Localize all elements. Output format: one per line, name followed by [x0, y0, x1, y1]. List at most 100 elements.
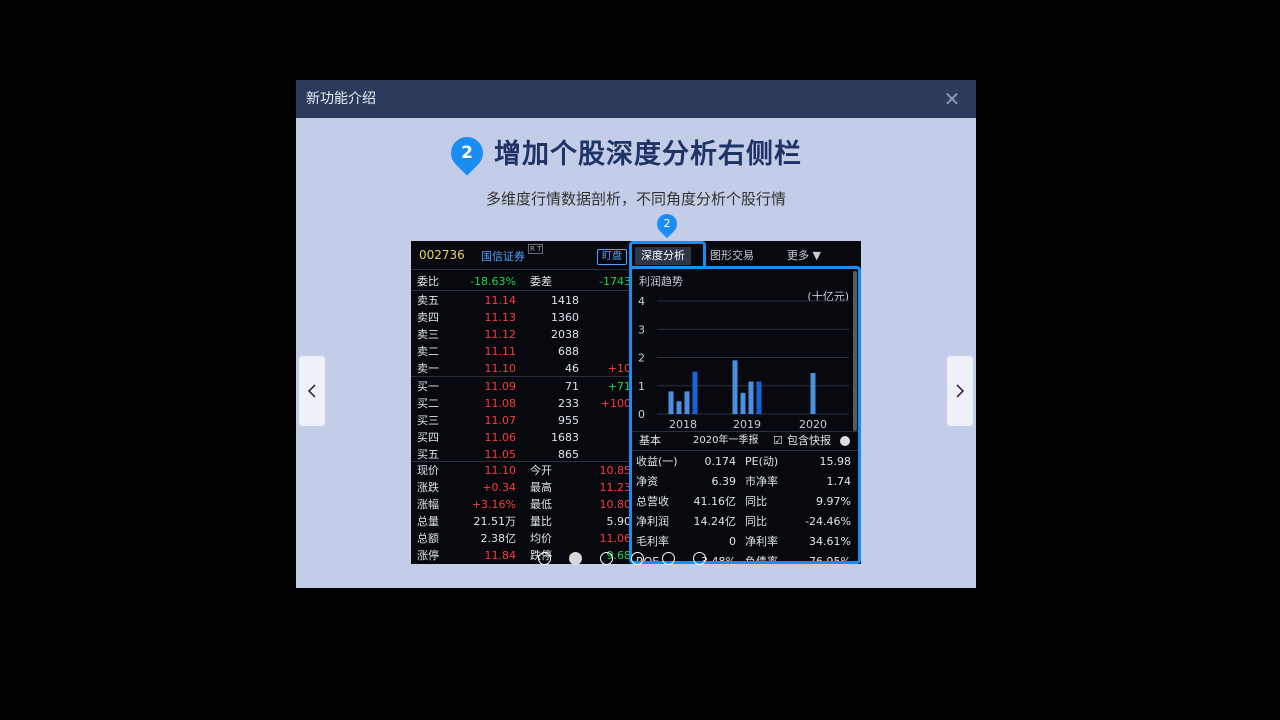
level-price: 11.10: [484, 362, 517, 375]
level-price: 11.13: [484, 311, 517, 324]
stock-code: 002736: [419, 248, 465, 262]
level-price: 11.08: [484, 397, 517, 410]
chevron-right-icon: [956, 384, 965, 398]
quote-panel: 002736 国信证券 R T 盯盘 委比 -18.63% 委差 -1743 卖…: [411, 241, 631, 564]
sell-row: 卖二 11.11 688: [411, 343, 631, 360]
weibi-label: 委比: [417, 275, 439, 288]
level-label: 卖三: [417, 328, 439, 341]
dialog-titlebar: 新功能介绍 ✕: [296, 80, 976, 118]
level-price: 11.12: [484, 328, 517, 341]
step-badge: 2: [444, 130, 490, 176]
pagination-dot[interactable]: [631, 552, 644, 565]
weicha-value: -1743: [599, 275, 631, 288]
stat-row: 总量 21.51万 量比 5.90: [411, 513, 631, 530]
level-label: 买三: [417, 414, 439, 427]
tab-graphic-trading: 图形交易: [710, 249, 754, 262]
buy-row: 买二 11.08 233 +100: [411, 395, 631, 412]
stat-value: 11.06: [599, 532, 632, 545]
level-price: 11.06: [484, 431, 517, 444]
stat-row: 涨停 11.84 跌停 9.68: [411, 547, 631, 564]
weibi-value: -18.63%: [470, 275, 516, 288]
highlight-badge: 2: [652, 209, 682, 239]
level-volume: 233: [558, 397, 579, 410]
level-price: 11.11: [484, 345, 517, 358]
caret-down-icon: ▼: [812, 249, 821, 262]
level-volume: 1360: [551, 311, 579, 324]
stat-row: 现价 11.10 今开 10.85: [411, 462, 631, 479]
level-change: +100: [600, 397, 631, 410]
stat-value: 11.10: [484, 464, 517, 477]
level-volume: 2038: [551, 328, 579, 341]
pagination-dot[interactable]: [600, 552, 613, 565]
prev-slide-button[interactable]: [299, 356, 325, 426]
tab-more: 更多 ▼: [781, 247, 827, 265]
next-slide-button[interactable]: [947, 356, 973, 426]
level-label: 卖五: [417, 294, 439, 307]
level-label: 买二: [417, 397, 439, 410]
quote-header: 002736 国信证券 R T 盯盘: [411, 241, 631, 270]
pagination-dot[interactable]: [693, 552, 706, 565]
pagination-dot[interactable]: [662, 552, 675, 565]
divider: [411, 376, 631, 377]
highlight-tab-frame: [629, 241, 706, 269]
slide-headline: 增加个股深度分析右侧栏: [494, 139, 802, 170]
buy-row: 买三 11.07 955: [411, 412, 631, 429]
stat-label: 今开: [530, 464, 552, 477]
level-label: 卖一: [417, 362, 439, 375]
dingpan-button: 盯盘: [597, 249, 627, 265]
weicha-label: 委差: [530, 275, 552, 288]
pagination-dot[interactable]: [538, 552, 551, 565]
feature-screenshot: 002736 国信证券 R T 盯盘 委比 -18.63% 委差 -1743 卖…: [411, 241, 861, 564]
level-volume: 688: [558, 345, 579, 358]
stock-name: 国信证券: [481, 250, 525, 263]
stat-value: 21.51万: [473, 515, 517, 528]
stat-label: 现价: [417, 464, 439, 477]
stat-value: 10.85: [599, 464, 632, 477]
highlight-number: 2: [663, 217, 671, 230]
stat-value: 10.80: [599, 498, 632, 511]
sell-row: 卖三 11.12 2038: [411, 326, 631, 343]
level-price: 11.07: [484, 414, 517, 427]
slide-content: 2 增加个股深度分析右侧栏 多维度行情数据剖析，不同角度分析个股行情 2 002…: [296, 118, 976, 588]
stat-label: 最高: [530, 481, 552, 494]
level-volume: 1418: [551, 294, 579, 307]
stat-label: 量比: [530, 515, 552, 528]
buy-row: 买四 11.06 1683: [411, 429, 631, 446]
level-volume: 71: [565, 380, 579, 393]
step-number: 2: [461, 143, 473, 163]
stat-value: 5.90: [606, 515, 632, 528]
level-label: 买一: [417, 380, 439, 393]
level-label: 卖二: [417, 345, 439, 358]
level-price: 11.14: [484, 294, 517, 307]
level-volume: 1683: [551, 431, 579, 444]
level-volume: 46: [565, 362, 579, 375]
tab-more-label: 更多: [787, 249, 809, 262]
stat-value: 11.84: [484, 549, 517, 562]
close-icon[interactable]: ✕: [942, 89, 962, 109]
pagination-dot[interactable]: [569, 552, 582, 565]
level-label: 买四: [417, 431, 439, 444]
stat-row: 涨跌 +0.34 最高 11.23: [411, 479, 631, 496]
buy-row: 买一 11.09 71 +71: [411, 378, 631, 395]
level-label: 卖四: [417, 311, 439, 324]
slide-subline: 多维度行情数据剖析，不同角度分析个股行情: [485, 190, 786, 208]
stat-label: 总量: [417, 515, 439, 528]
highlight-panel-frame: [629, 266, 861, 564]
chevron-left-icon: [307, 384, 316, 398]
sell-row: 卖四 11.13 1360: [411, 309, 631, 326]
level-price: 11.09: [484, 380, 517, 393]
weibi-row: 委比 -18.63% 委差 -1743: [411, 273, 631, 290]
stat-label: 涨停: [417, 549, 439, 562]
sell-row: 卖五 11.14 1418: [411, 292, 631, 309]
level-change: +71: [607, 380, 631, 393]
stat-value: +0.34: [482, 481, 516, 494]
level-change: +10: [607, 362, 631, 375]
stat-label: 最低: [530, 498, 552, 511]
stat-value: +3.16%: [471, 498, 516, 511]
stat-label: 涨幅: [417, 498, 439, 511]
feature-intro-dialog: 新功能介绍 ✕ 2 增加个股深度分析右侧栏 多维度行情数据剖析，不同角度分析个股…: [296, 80, 976, 588]
stat-label: 总额: [417, 532, 439, 545]
stat-label: 涨跌: [417, 481, 439, 494]
dialog-title: 新功能介绍: [306, 91, 376, 107]
stat-value: 11.23: [599, 481, 632, 494]
